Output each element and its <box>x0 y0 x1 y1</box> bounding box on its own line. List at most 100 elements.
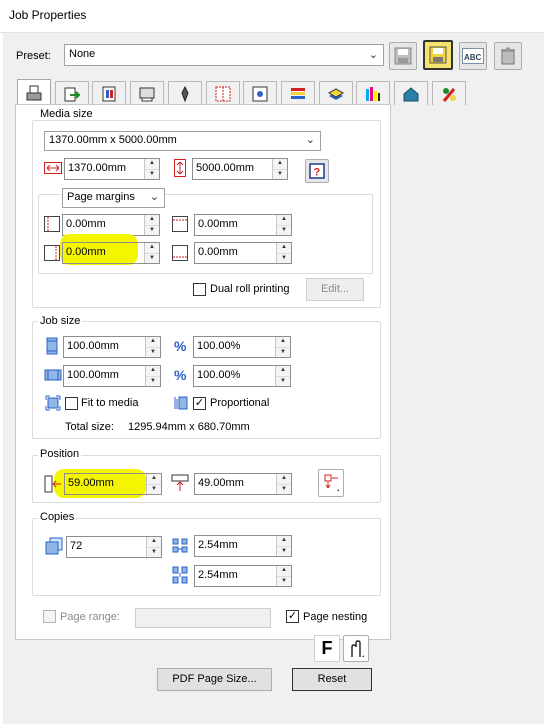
position-menu-button[interactable] <box>318 469 344 497</box>
media-width-input[interactable]: 1370.00mm ▲ ▼ <box>64 158 160 180</box>
spin-down-icon[interactable]: ▼ <box>277 576 291 586</box>
pdf-page-size-button[interactable]: PDF Page Size... <box>157 668 272 691</box>
reset-button[interactable]: Reset <box>292 668 372 691</box>
spin-down-icon[interactable]: ▼ <box>277 546 291 556</box>
margins-select[interactable]: Page margins ⌄ <box>62 188 165 208</box>
spin-down-icon[interactable]: ▼ <box>145 225 159 235</box>
page-nesting-checkbox[interactable]: ✓ <box>286 610 299 623</box>
media-size-title: Media size <box>38 108 95 120</box>
spin-up-icon[interactable]: ▲ <box>145 243 159 254</box>
media-size-select[interactable]: 1370.00mm x 5000.00mm ⌄ <box>44 131 321 151</box>
pen-tool-icon <box>181 85 189 102</box>
spin-up-icon[interactable]: ▲ <box>277 566 291 577</box>
spin-down-icon[interactable]: ▼ <box>145 169 159 179</box>
spin-down-icon[interactable]: ▼ <box>146 347 160 357</box>
fit-to-media-checkbox[interactable] <box>65 397 78 410</box>
margins-value: Page margins <box>67 191 135 203</box>
media-size-value: 1370.00mm x 5000.00mm <box>49 134 177 146</box>
spin-up-icon[interactable]: ▲ <box>277 215 291 226</box>
spin-up-icon[interactable]: ▲ <box>276 337 290 348</box>
house-icon <box>403 86 419 101</box>
media-height-input[interactable]: 5000.00mm ▲ ▼ <box>192 158 288 180</box>
vertical-gap-input[interactable]: 2.54mm ▲ ▼ <box>194 565 292 587</box>
tab-10[interactable] <box>356 81 391 105</box>
spin-down-icon[interactable]: ▼ <box>277 253 291 263</box>
dual-roll-label: Dual roll printing <box>210 283 290 295</box>
fit-to-media-label: Fit to media <box>81 397 139 409</box>
spin-up-icon[interactable]: ▲ <box>145 215 159 226</box>
tab-3[interactable] <box>92 81 127 105</box>
preset-select[interactable]: None ⌄ <box>64 44 384 66</box>
tab-12[interactable] <box>431 81 466 105</box>
position-y-input[interactable]: 49.00mm ▲ ▼ <box>194 473 292 495</box>
margin-bottom-input[interactable]: 0.00mm ▲ ▼ <box>194 242 292 264</box>
spin-up-icon[interactable]: ▲ <box>146 337 160 348</box>
job-height-percent-input[interactable]: 100.00% ▲ ▼ <box>193 336 291 358</box>
save-preset-button[interactable] <box>389 42 417 70</box>
spin-up-icon[interactable]: ▲ <box>277 243 291 254</box>
job-width-value: 100.00mm <box>67 369 119 381</box>
save-as-preset-button[interactable] <box>423 40 453 70</box>
hand-pointer-icon <box>351 639 364 657</box>
tab-5[interactable] <box>167 81 202 105</box>
delete-preset-button[interactable] <box>494 42 522 70</box>
job-width-input[interactable]: 100.00mm ▲ ▼ <box>63 365 161 387</box>
edit-button[interactable]: Edit... <box>306 278 364 301</box>
tab-9[interactable] <box>318 81 353 105</box>
margin-top-input[interactable]: 0.00mm ▲ ▼ <box>194 214 292 236</box>
spin-up-icon[interactable]: ▲ <box>273 159 287 170</box>
spin-down-icon[interactable]: ▼ <box>276 376 290 386</box>
svg-text:?: ? <box>314 167 321 179</box>
job-width-percent-value: 100.00% <box>197 369 241 381</box>
page-range-input[interactable] <box>135 608 271 628</box>
mark-tool-button[interactable] <box>343 635 369 662</box>
spin-down-icon[interactable]: ▼ <box>273 169 287 179</box>
position-x-icon <box>44 475 61 493</box>
spin-down-icon[interactable]: ▼ <box>145 253 159 263</box>
rename-preset-button[interactable]: ABC <box>459 42 487 70</box>
spin-down-icon[interactable]: ▼ <box>147 484 161 494</box>
spin-up-icon[interactable]: ▲ <box>145 159 159 170</box>
dual-roll-checkbox[interactable] <box>193 283 206 296</box>
vertical-gap-value: 2.54mm <box>198 569 238 581</box>
tab-1[interactable] <box>17 79 51 106</box>
copies-icon <box>45 537 63 555</box>
spin-up-icon[interactable]: ▲ <box>277 474 291 485</box>
export-arrow-icon <box>64 87 81 101</box>
margin-top-icon <box>172 216 188 232</box>
page-range-checkbox[interactable] <box>43 610 56 623</box>
total-size-label: Total size: <box>65 421 114 433</box>
floppy-disk-icon <box>429 46 447 64</box>
spin-up-icon[interactable]: ▲ <box>146 366 160 377</box>
copies-count-input[interactable]: 72 ▲ ▼ <box>66 536 162 558</box>
spin-down-icon[interactable]: ▼ <box>276 347 290 357</box>
spin-down-icon[interactable]: ▼ <box>277 225 291 235</box>
job-width-percent-input[interactable]: 100.00% ▲ ▼ <box>193 365 291 387</box>
preset-value: None <box>69 48 96 60</box>
horizontal-gap-input[interactable]: 2.54mm ▲ ▼ <box>194 535 292 557</box>
spin-up-icon[interactable]: ▲ <box>276 366 290 377</box>
proportional-checkbox[interactable]: ✓ <box>193 397 206 410</box>
tab-2[interactable] <box>54 81 89 105</box>
tab-6[interactable] <box>205 81 240 105</box>
margin-right-input[interactable]: 0.00mm ▲ ▼ <box>62 242 160 264</box>
copies-title: Copies <box>38 511 77 523</box>
brush-palette-icon <box>442 87 456 102</box>
font-button[interactable]: F <box>314 635 340 662</box>
spin-up-icon[interactable]: ▲ <box>277 536 291 547</box>
tab-11[interactable] <box>394 81 428 105</box>
spin-up-icon[interactable]: ▲ <box>147 474 161 485</box>
spin-down-icon[interactable]: ▼ <box>147 547 161 557</box>
media-info-button[interactable]: ? <box>305 159 329 183</box>
tab-8[interactable] <box>280 81 315 105</box>
spin-down-icon[interactable]: ▼ <box>146 376 160 386</box>
position-x-input[interactable]: 59.00mm ▲ ▼ <box>64 473 162 495</box>
tab-4[interactable] <box>130 81 165 105</box>
tab-7[interactable] <box>243 81 278 105</box>
title-divider <box>0 32 544 33</box>
spin-down-icon[interactable]: ▼ <box>277 484 291 494</box>
spin-up-icon[interactable]: ▲ <box>147 537 161 548</box>
margin-left-input[interactable]: 0.00mm ▲ ▼ <box>62 214 160 236</box>
margin-left-icon <box>44 216 60 232</box>
job-height-input[interactable]: 100.00mm ▲ ▼ <box>63 336 161 358</box>
